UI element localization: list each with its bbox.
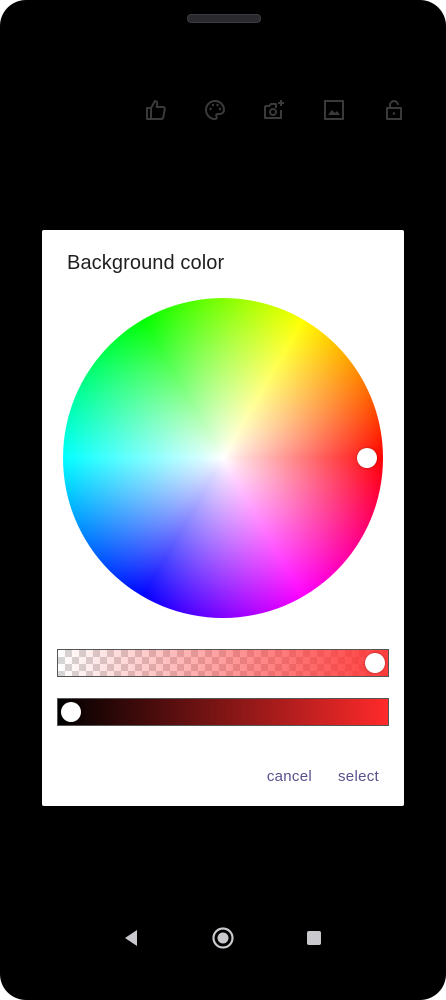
- alpha-slider-handle[interactable]: [365, 653, 385, 673]
- top-toolbar: [0, 96, 446, 126]
- back-icon[interactable]: [117, 924, 145, 952]
- image-icon[interactable]: [320, 96, 348, 124]
- recents-icon[interactable]: [300, 924, 328, 952]
- system-navigation-bar: [0, 924, 446, 954]
- brightness-slider-handle[interactable]: [61, 702, 81, 722]
- home-icon[interactable]: [209, 924, 237, 952]
- alpha-slider[interactable]: [57, 649, 389, 677]
- select-button[interactable]: select: [338, 768, 379, 785]
- dialog-actions: cancel select: [267, 768, 379, 785]
- color-wheel[interactable]: [63, 298, 383, 618]
- device-frame: Background color cancel select: [0, 0, 446, 1000]
- lock-open-icon[interactable]: [380, 96, 408, 124]
- color-picker-dialog: Background color cancel select: [42, 230, 404, 806]
- speaker-grille: [187, 14, 261, 23]
- color-wheel-handle[interactable]: [357, 448, 377, 468]
- cancel-button[interactable]: cancel: [267, 768, 312, 785]
- palette-icon[interactable]: [201, 96, 229, 124]
- brightness-slider[interactable]: [57, 698, 389, 726]
- dialog-title: Background color: [67, 252, 225, 274]
- add-photo-icon[interactable]: [260, 96, 288, 124]
- like-icon[interactable]: [142, 96, 170, 124]
